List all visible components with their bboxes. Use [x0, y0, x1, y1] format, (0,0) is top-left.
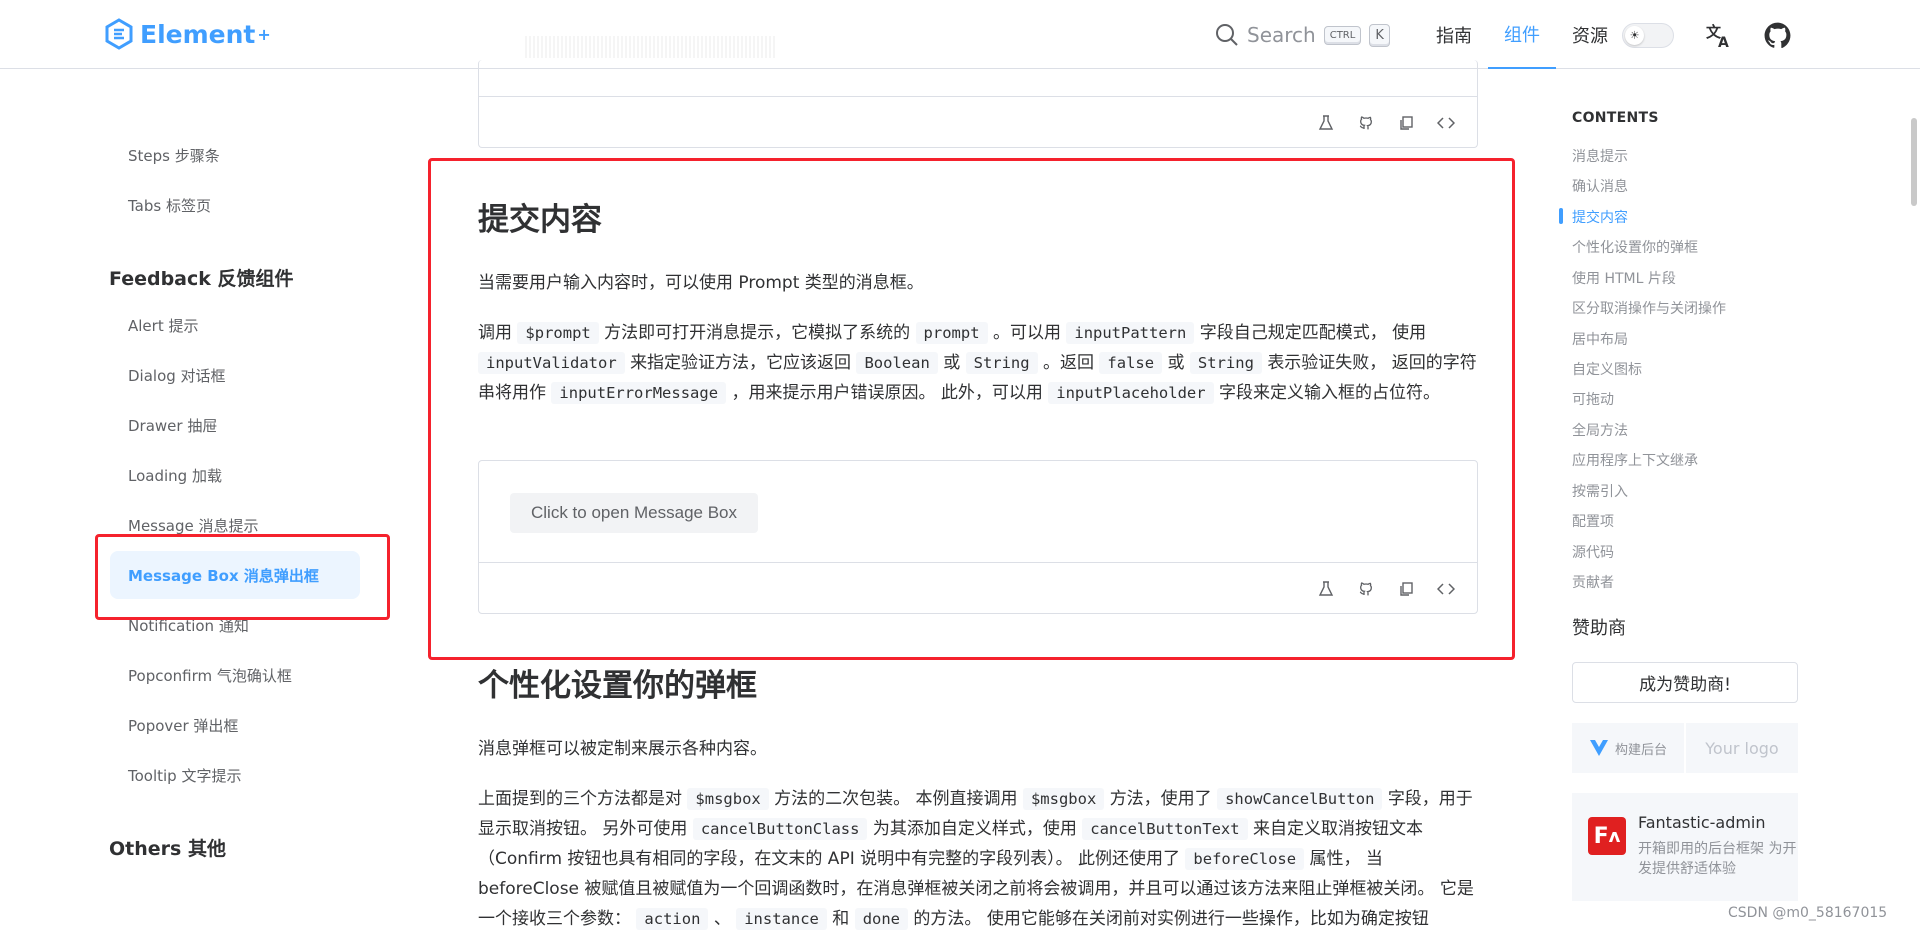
section-intro-submit: 当需要用户输入内容时，可以使用 Prompt 类型的消息框。	[478, 273, 924, 293]
element-logo[interactable]: Element +	[104, 16, 271, 52]
blurred-region	[525, 36, 775, 58]
top-nav: 指南 组件 资源	[1420, 0, 1624, 69]
section-title-submit: 提交内容	[478, 202, 602, 238]
toc-item[interactable]: 配置项	[1572, 511, 1614, 531]
section-desc-submit: 调用 $prompt 方法即可打开消息提示，它模拟了系统的 prompt 。可以…	[478, 322, 1477, 404]
search-label: Search	[1247, 23, 1316, 47]
kbd-k: K	[1369, 23, 1390, 47]
theme-toggle[interactable]: ☀	[1622, 23, 1674, 48]
nav-guide[interactable]: 指南	[1420, 0, 1488, 69]
fantastic-admin-name: Fantastic-admin	[1638, 813, 1766, 832]
open-message-box-button[interactable]: Click to open Message Box	[510, 493, 758, 533]
top-header: Element + Search CTRL K 指南 组件 资源 ☀ 文A	[0, 0, 1920, 69]
sidebar-item-notification[interactable]: Notification 通知	[110, 601, 360, 649]
toc-item[interactable]: 消息提示	[1572, 146, 1628, 166]
toc-active-marker	[1559, 208, 1563, 224]
fantastic-admin-card[interactable]: Fʌ Fantastic-admin 开箱即用的后台框架 为开发提供舒适体验	[1572, 793, 1798, 901]
nav-resource[interactable]: 资源	[1556, 0, 1624, 69]
toc-item[interactable]: 自定义图标	[1572, 359, 1642, 379]
section-intro-customize: 消息弹框可以被定制来展示各种内容。	[478, 739, 767, 759]
fantastic-admin-logo: Fʌ	[1588, 817, 1626, 855]
toc-item[interactable]: 按需引入	[1572, 481, 1628, 501]
sidebar-item-dialog[interactable]: Dialog 对话框	[110, 351, 360, 399]
toc-item-active[interactable]: 提交内容	[1572, 207, 1628, 227]
toc-item[interactable]: 居中布局	[1572, 329, 1628, 349]
toc-item[interactable]: 区分取消操作与关闭操作	[1572, 298, 1726, 318]
element-hexagon-icon	[105, 18, 133, 50]
github-icon[interactable]	[1357, 114, 1375, 132]
sun-icon: ☀	[1625, 26, 1644, 45]
sidebar-group-feedback: Feedback 反馈组件	[109, 268, 294, 290]
sponsor-your-logo[interactable]: Your logo	[1686, 723, 1798, 773]
github-icon[interactable]	[1357, 580, 1375, 598]
kbd-ctrl: CTRL	[1323, 25, 1362, 45]
fantastic-admin-desc: 开箱即用的后台框架 为开发提供舒适体验	[1638, 841, 1797, 877]
search-icon	[1216, 24, 1238, 46]
scrollbar-thumb[interactable]	[1911, 118, 1917, 206]
sponsor-title: 赞助商	[1572, 618, 1626, 639]
sidebar-item-alert[interactable]: Alert 提示	[110, 301, 360, 349]
code-icon[interactable]	[1437, 114, 1455, 132]
toc-item[interactable]: 全局方法	[1572, 420, 1628, 440]
logo-text: Element	[140, 19, 256, 49]
section-title-customize: 个性化设置你的弹框	[478, 668, 757, 704]
prompt-demo-box	[478, 460, 1478, 614]
toc-title: CONTENTS	[1572, 110, 1659, 126]
nav-component[interactable]: 组件	[1488, 0, 1556, 69]
sidebar-item-loading[interactable]: Loading 加载	[110, 451, 360, 499]
toc-item[interactable]: 使用 HTML 片段	[1572, 268, 1676, 288]
toc-item[interactable]: 源代码	[1572, 542, 1614, 562]
toc-item[interactable]: 可拖动	[1572, 389, 1614, 409]
vue-v-icon	[1589, 740, 1608, 756]
playground-icon[interactable]	[1317, 114, 1335, 132]
previous-demo-box	[478, 60, 1478, 148]
toc-item[interactable]: 确认消息	[1572, 176, 1628, 196]
github-icon[interactable]	[1762, 20, 1792, 50]
sidebar-item-popover[interactable]: Popover 弹出框	[110, 701, 360, 749]
demo-toolbar	[479, 96, 1477, 148]
toc-item[interactable]: 应用程序上下文继承	[1572, 450, 1698, 470]
translate-icon[interactable]: 文A	[1704, 20, 1734, 50]
toc-item[interactable]: 贡献者	[1572, 572, 1614, 592]
search-button[interactable]: Search CTRL K	[1215, 20, 1390, 50]
sidebar-item-steps[interactable]: Steps 步骤条	[110, 131, 360, 179]
demo-toolbar	[479, 562, 1477, 614]
sidebar-item-tooltip[interactable]: Tooltip 文字提示	[110, 751, 360, 799]
playground-icon[interactable]	[1317, 580, 1335, 598]
become-sponsor-button[interactable]: 成为赞助商!	[1572, 662, 1798, 703]
csdn-watermark: CSDN @m0_58167015	[1728, 905, 1888, 921]
sidebar-item-drawer[interactable]: Drawer 抽屉	[110, 401, 360, 449]
sponsor-logo-vue-admin[interactable]: 构建后台	[1572, 723, 1684, 773]
copy-icon[interactable]	[1397, 580, 1415, 598]
svg-text:A: A	[1718, 35, 1729, 49]
section-desc-customize: 上面提到的三个方法都是对 $msgbox 方法的二次包装。 本例直接调用 $ms…	[478, 788, 1474, 930]
code-icon[interactable]	[1437, 580, 1455, 598]
sponsor-logo-text: 构建后台	[1614, 742, 1667, 758]
table-of-contents: CONTENTS 消息提示 确认消息 提交内容 个性化设置你的弹框 使用 HTM…	[1559, 110, 1802, 591]
logo-sup: +	[257, 24, 271, 44]
copy-icon[interactable]	[1397, 114, 1415, 132]
sidebar-item-message-box[interactable]: Message Box 消息弹出框	[110, 551, 360, 599]
sidebar-item-tabs[interactable]: Tabs 标签页	[110, 181, 360, 229]
sidebar-group-others: Others 其他	[109, 838, 226, 860]
sidebar-item-popconfirm[interactable]: Popconfirm 气泡确认框	[110, 651, 360, 699]
toc-item[interactable]: 个性化设置你的弹框	[1572, 237, 1698, 257]
sidebar-item-message[interactable]: Message 消息提示	[110, 501, 360, 549]
